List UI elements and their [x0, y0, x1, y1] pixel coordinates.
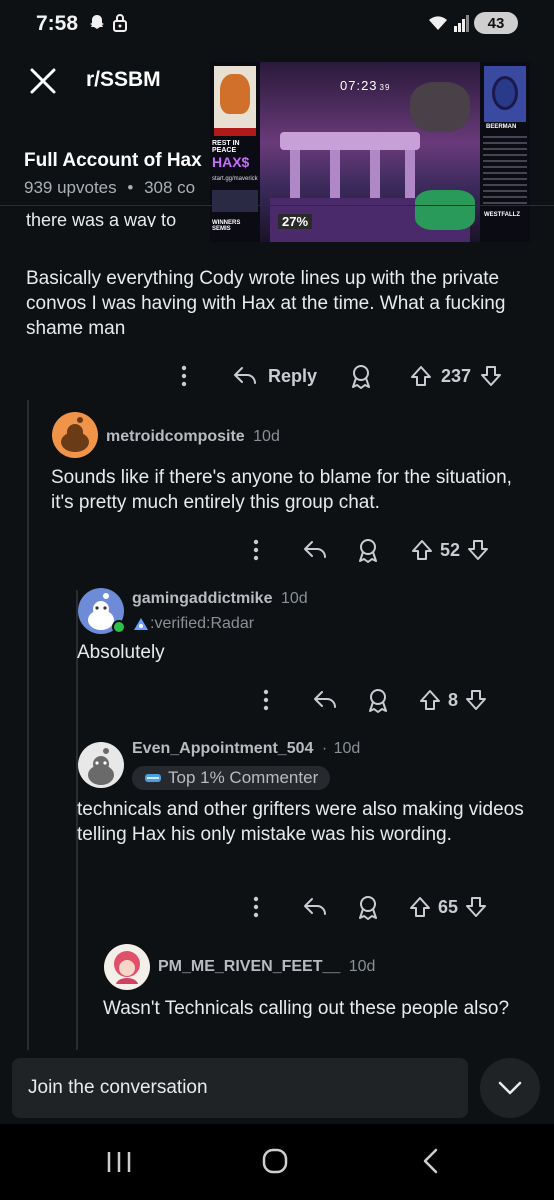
battery-indicator: 43	[474, 12, 518, 34]
reply-button[interactable]: Reply	[232, 365, 317, 387]
home-icon[interactable]	[262, 1148, 288, 1174]
collapse-button[interactable]	[480, 1058, 540, 1118]
award-icon[interactable]	[366, 687, 390, 713]
avatar[interactable]	[52, 412, 98, 458]
wifi-icon	[429, 16, 447, 30]
comment-body: technicals and other grifters were also …	[77, 799, 524, 845]
lock-icon	[113, 14, 127, 32]
game-stage: 07:23 39 27%	[260, 62, 480, 242]
vote-count: 65	[438, 896, 459, 917]
comment-age: 10d	[280, 590, 308, 607]
post-meta: 939 upvotes • 308 co	[24, 178, 195, 198]
more-options-icon[interactable]	[248, 538, 264, 562]
award-icon[interactable]	[356, 894, 380, 920]
reply-label: Reply	[268, 365, 318, 386]
reply-icon	[234, 367, 256, 384]
meta-separator: •	[127, 178, 134, 197]
badge-icon	[145, 774, 161, 782]
avatar[interactable]	[104, 944, 150, 990]
join-conversation-input[interactable]: Join the conversation	[12, 1058, 468, 1118]
player-name: BEERMAN	[486, 124, 517, 130]
flair-icon	[134, 618, 148, 630]
more-options-icon[interactable]	[176, 364, 192, 388]
video-player[interactable]: REST IN PEACE HAX$ start.gg/maverick WIN…	[210, 62, 530, 242]
upvote-count: 939 upvotes	[24, 178, 117, 197]
back-icon[interactable]	[420, 1148, 440, 1174]
upvote-icon[interactable]	[418, 688, 442, 712]
online-status-dot	[112, 620, 126, 634]
stream-right-panel: BEERMAN WESTFALLZ	[480, 62, 530, 242]
rest-in-peace-text: REST IN PEACE	[212, 140, 240, 154]
upvote-icon[interactable]	[408, 895, 432, 919]
comment-header: gamingaddictmike 10d	[132, 590, 308, 608]
comment-cut-line: there was a way to	[26, 210, 177, 227]
recent-apps-icon[interactable]	[106, 1150, 132, 1174]
comment-body: Basically everything Cody wrote lines up…	[26, 268, 506, 339]
comment-header: metroidcomposite 10d	[106, 428, 280, 446]
vote-count: 8	[448, 689, 459, 710]
comment-actions: 8	[258, 685, 538, 715]
award-icon[interactable]	[349, 363, 373, 389]
comment-header: PM_ME_RIVEN_FEET__ 10d	[158, 958, 375, 976]
subreddit-name[interactable]: r/SSBM	[86, 68, 161, 92]
comment-count: 308 co	[144, 178, 196, 197]
game-timer: 07:23 39	[340, 78, 391, 93]
system-navigation-bar	[0, 1124, 554, 1200]
more-options-icon[interactable]	[258, 688, 274, 712]
username[interactable]: PM_ME_RIVEN_FEET__	[158, 958, 340, 975]
reply-icon[interactable]	[302, 896, 328, 918]
round-label: WINNERS SEMIS	[212, 220, 241, 232]
stream-url: start.gg/maverick	[212, 176, 258, 182]
comment-age: 10d	[348, 958, 376, 975]
top-commenter-badge[interactable]: Top 1% Commenter	[132, 766, 331, 790]
thread-line[interactable]	[27, 400, 29, 1050]
stream-chat	[483, 136, 527, 206]
reply-icon[interactable]	[312, 689, 338, 711]
user-flair: :verified:Radar	[132, 615, 254, 633]
status-bar: 7:58 43	[0, 0, 554, 52]
comment-header: Even_Appointment_504 · 10d	[132, 740, 360, 758]
comment-actions: 52	[248, 535, 538, 565]
status-time: 7:58	[36, 12, 79, 35]
event-logo	[212, 190, 258, 212]
vote-count: 52	[440, 539, 461, 560]
comment-age: 10d	[333, 740, 361, 757]
username[interactable]: Even_Appointment_504	[132, 740, 313, 757]
downvote-icon[interactable]	[464, 895, 488, 919]
damage-percent: 27%	[278, 214, 313, 229]
comment-actions: Reply 237	[176, 361, 536, 391]
upvote-icon[interactable]	[410, 538, 434, 562]
stream-left-panel: REST IN PEACE HAX$ start.gg/maverick WIN…	[210, 62, 260, 242]
comment-body: Wasn't Technicals calling out these peop…	[103, 998, 510, 1019]
dot-separator: ·	[321, 740, 328, 757]
header-divider	[0, 205, 554, 206]
award-icon[interactable]	[356, 537, 380, 563]
sponsor-text: WESTFALLZ	[484, 212, 520, 218]
comment-body: Sounds like if there's anyone to blame f…	[51, 467, 512, 513]
username[interactable]: metroidcomposite	[106, 428, 245, 445]
downvote-icon[interactable]	[464, 688, 488, 712]
signal-icon	[454, 15, 469, 32]
fox-character-image	[220, 74, 250, 114]
downvote-icon[interactable]	[466, 538, 490, 562]
comment-body: Absolutely	[77, 642, 165, 663]
comment-age: 10d	[253, 428, 280, 445]
downvote-icon[interactable]	[479, 364, 503, 388]
close-icon[interactable]	[28, 66, 58, 96]
badge-label: Top 1% Commenter	[168, 768, 319, 787]
comment-actions: 65	[248, 892, 538, 922]
post-title: Full Account of Hax	[24, 150, 202, 171]
vote-count: 237	[441, 365, 472, 386]
avatar[interactable]	[78, 742, 124, 788]
upvote-icon[interactable]	[409, 364, 433, 388]
reply-icon[interactable]	[302, 539, 328, 561]
more-options-icon[interactable]	[248, 895, 264, 919]
username[interactable]: gamingaddictmike	[132, 590, 272, 607]
chevron-down-icon	[498, 1081, 522, 1095]
snapchat-icon	[90, 15, 104, 29]
player-tag: HAX$	[212, 154, 250, 170]
falco-character-image	[492, 76, 518, 110]
